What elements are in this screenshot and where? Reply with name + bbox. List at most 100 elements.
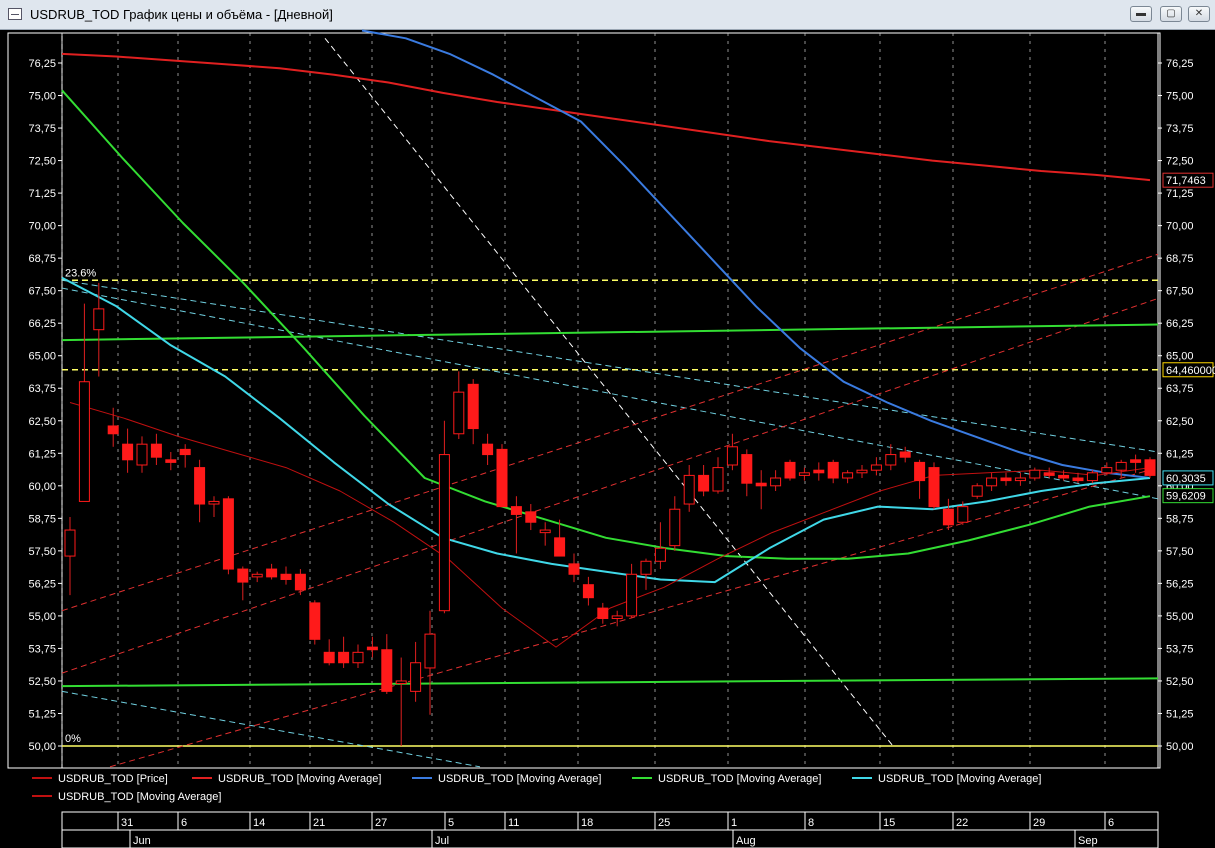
candle-up (654, 547, 666, 562)
candle-up (78, 381, 90, 502)
y-tick-label-left: 61,25 (28, 448, 56, 460)
horizontal-support-green-lower (61, 677, 1159, 688)
y-tick-label-right: 61,25 (1166, 448, 1194, 460)
legend-label: USDRUB_TOD [Moving Average] (438, 773, 601, 785)
fibonacci-level-label: 0% (65, 733, 81, 745)
candle-down (1072, 477, 1084, 482)
candle-down (194, 467, 206, 505)
candle-down (755, 482, 767, 487)
candle-down (928, 467, 940, 508)
candle-down (107, 425, 119, 435)
candle-up (93, 308, 105, 331)
time-axis-day-label: 6 (1108, 817, 1114, 829)
time-axis-day-label: 6 (181, 817, 187, 829)
candle-up (842, 472, 854, 479)
y-tick-label-right: 55,00 (1166, 611, 1194, 623)
time-axis-day-label: 22 (956, 817, 968, 829)
candle-down (338, 651, 350, 664)
y-tick-label-right: 62,50 (1166, 416, 1194, 428)
candle-down (827, 461, 839, 479)
candle-down (309, 602, 321, 640)
y-tick-label-left: 53,75 (28, 643, 56, 655)
y-tick-label-right: 57,50 (1166, 546, 1194, 558)
candle-down (165, 459, 177, 463)
time-axis-day-label: 25 (658, 817, 670, 829)
y-tick-label-left: 68,75 (28, 253, 56, 265)
y-tick-label-left: 55,00 (28, 611, 56, 623)
candle-down (597, 607, 609, 620)
y-tick-label-right: 53,75 (1166, 643, 1194, 655)
candle-up (1086, 472, 1098, 482)
candle-down (467, 383, 479, 430)
y-tick-label-right: 52,50 (1166, 676, 1194, 688)
trendline-white-descending (324, 37, 894, 747)
y-tick-label-right: 56,25 (1166, 578, 1194, 590)
candle-up (712, 467, 724, 492)
legend-label: USDRUB_TOD [Moving Average] (878, 773, 1041, 785)
candle-down (237, 568, 249, 583)
time-axis-day-label: 31 (121, 817, 133, 829)
candle-up (640, 560, 652, 575)
y-tick-label-right: 51,25 (1166, 708, 1194, 720)
candle-up (539, 529, 551, 534)
y-tick-label-right: 67,50 (1166, 286, 1194, 298)
candle-down (582, 584, 594, 599)
price-badge-label: 60,3035 (1166, 473, 1206, 485)
time-axis-day-label: 29 (1033, 817, 1045, 829)
candle-up (410, 662, 422, 692)
candle-up (251, 573, 263, 578)
time-axis-day-label: 1 (731, 817, 737, 829)
candle-up (669, 508, 681, 547)
y-tick-label-left: 50,00 (28, 741, 56, 753)
y-tick-label-left: 52,50 (28, 676, 56, 688)
y-tick-label-right: 68,75 (1166, 253, 1194, 265)
candle-up (885, 454, 897, 466)
legend-label: USDRUB_TOD [Moving Average] (58, 791, 221, 803)
candle-up (1101, 467, 1113, 474)
y-tick-label-left: 62,50 (28, 416, 56, 428)
candle-up (208, 500, 220, 505)
candle-up (136, 443, 148, 466)
candle-up (1029, 469, 1041, 479)
candle-down (280, 573, 292, 580)
y-tick-label-right: 58,75 (1166, 513, 1194, 525)
y-tick-label-left: 72,50 (28, 156, 56, 168)
candle-up (870, 464, 882, 471)
y-tick-label-left: 66,25 (28, 318, 56, 330)
y-tick-label-left: 71,25 (28, 188, 56, 200)
legend-label: USDRUB_TOD [Moving Average] (218, 773, 381, 785)
moving-average-line-2 (361, 29, 1151, 479)
moving-average-line-3 (61, 89, 1151, 560)
candle-up (798, 472, 810, 476)
candle-down (698, 474, 710, 492)
y-tick-label-left: 63,75 (28, 383, 56, 395)
candle-down (1144, 459, 1156, 476)
candle-down (1130, 459, 1142, 463)
y-tick-label-right: 50,00 (1166, 741, 1194, 753)
candle-down (525, 511, 537, 523)
candle-down (1043, 472, 1055, 476)
price-chart[interactable]: 76,25 76,25 75,00 75,00 73,75 73,75 72,50 72,50… (0, 0, 1215, 848)
y-tick-label-left: 58,75 (28, 513, 56, 525)
candle-down (914, 461, 926, 482)
y-tick-label-right: 71,25 (1166, 188, 1194, 200)
candle-up (986, 477, 998, 487)
y-tick-label-right: 72,50 (1166, 156, 1194, 168)
price-badge-label: 71,7463 (1166, 175, 1206, 187)
candle-down (482, 443, 494, 456)
y-tick-label-right: 75,00 (1166, 91, 1194, 103)
candle-down (510, 506, 522, 515)
candle-down (554, 537, 566, 557)
legend-label: USDRUB_TOD [Moving Average] (658, 773, 821, 785)
time-axis-day-label: 18 (581, 817, 593, 829)
horizontal-support-green-upper (61, 323, 1159, 342)
candle-up (770, 477, 782, 487)
time-axis-day-label: 5 (448, 817, 454, 829)
candle-down (381, 649, 393, 692)
candle-down (942, 508, 954, 526)
y-tick-label-left: 51,25 (28, 708, 56, 720)
candle-up (971, 485, 983, 497)
time-axis-month-label: Jul (435, 835, 449, 847)
candle-up (626, 573, 638, 617)
candle-down (122, 443, 134, 461)
